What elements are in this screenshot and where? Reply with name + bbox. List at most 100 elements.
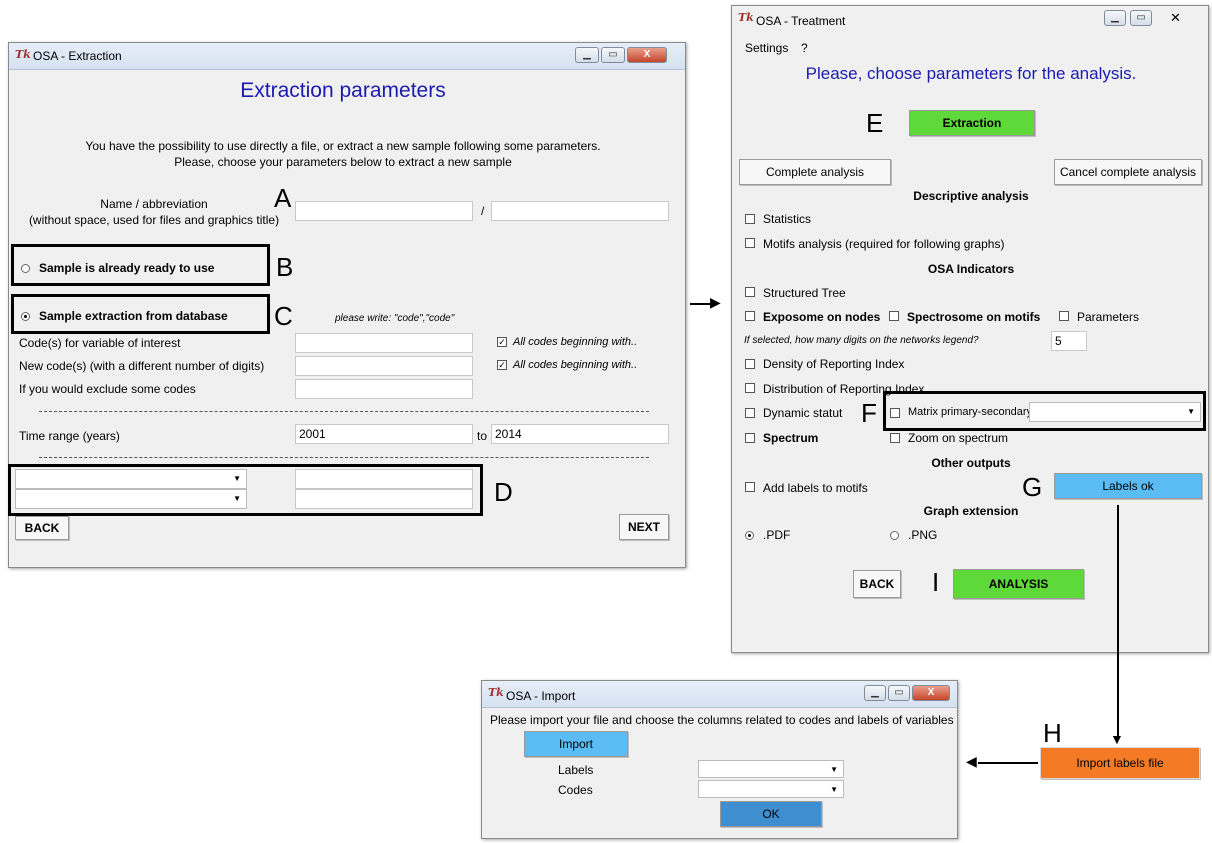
motifs-label: Motifs analysis (required for following … [763, 237, 1005, 251]
maximize-button[interactable]: ▭ [601, 47, 625, 63]
density-label: Density of Reporting Index [763, 357, 905, 371]
intro-line-1: You have the possibility to use directly… [85, 139, 601, 153]
highlight-c [11, 294, 270, 334]
maximize-button[interactable]: ▭ [1130, 10, 1152, 26]
extraction-button[interactable]: Extraction [909, 110, 1035, 136]
year-from-field[interactable]: 2001 [295, 424, 473, 444]
code-hint: please write: "code","code" [335, 313, 455, 324]
chevron-down-icon: ▼ [830, 765, 838, 774]
add-labels-checkbox[interactable] [745, 482, 755, 492]
menu-help[interactable]: ? [801, 41, 808, 55]
marker-h: H [1043, 718, 1062, 748]
treatment-titlebar: Tk OSA - Treatment ▁ ▭ ✕ [732, 6, 1208, 32]
codes-select[interactable]: ▼ [698, 780, 844, 798]
maximize-button[interactable]: ▭ [888, 685, 910, 701]
name-sublabel: (without space, used for files and graph… [28, 213, 280, 227]
density-checkbox[interactable] [745, 359, 755, 369]
distribution-checkbox[interactable] [745, 383, 755, 393]
new-codes-field[interactable] [295, 356, 473, 376]
digits-question: If selected, how many digits on the netw… [744, 335, 979, 346]
year-to-field[interactable]: 2014 [491, 424, 669, 444]
complete-analysis-button[interactable]: Complete analysis [739, 159, 891, 185]
divider [39, 411, 649, 412]
structured-tree-label: Structured Tree [763, 286, 846, 300]
marker-g: G [1022, 472, 1043, 502]
arrow-head-left: ◀ [966, 753, 977, 769]
minimize-button[interactable]: ▁ [1104, 10, 1126, 26]
import-instruction: Please import your file and choose the c… [490, 713, 954, 727]
back-button[interactable]: BACK [853, 570, 901, 598]
exclude-field[interactable] [295, 379, 473, 399]
window-title: OSA - Treatment [756, 14, 846, 28]
code-interest-label: Code(s) for variable of interest [19, 336, 181, 350]
labels-ok-button[interactable]: Labels ok [1054, 473, 1202, 499]
import-labels-file-button[interactable]: Import labels file [1040, 747, 1200, 779]
parameters-checkbox[interactable] [1059, 311, 1069, 321]
descriptive-heading: Descriptive analysis [913, 189, 1029, 203]
highlight-d [8, 464, 483, 516]
exposome-label: Exposome on nodes [763, 310, 881, 324]
png-radio[interactable] [890, 531, 899, 540]
structured-tree-checkbox[interactable] [745, 287, 755, 297]
cancel-complete-button[interactable]: Cancel complete analysis [1054, 159, 1202, 185]
chevron-down-icon: ▼ [830, 785, 838, 794]
close-button[interactable]: X [912, 685, 950, 701]
codes-label: Codes [558, 783, 593, 797]
import-window: Tk OSA - Import ▁ ▭ X Please import your… [481, 680, 958, 839]
spectrosome-label: Spectrosome on motifs [907, 310, 1041, 324]
marker-i: I [932, 567, 940, 597]
app-icon: Tk [488, 686, 504, 699]
window-title: OSA - Import [506, 689, 576, 703]
zoom-checkbox[interactable] [890, 433, 900, 443]
code-interest-field[interactable] [295, 333, 473, 353]
close-icon[interactable]: ✕ [1170, 10, 1181, 26]
all-codes-checkbox-1[interactable]: ✓ [497, 337, 507, 347]
back-button[interactable]: BACK [15, 516, 69, 540]
labels-label: Labels [558, 763, 594, 777]
parameters-label: Parameters [1077, 310, 1140, 324]
marker-f: F [861, 398, 877, 428]
labels-select[interactable]: ▼ [698, 760, 844, 778]
all-codes-label-1: All codes beginning with.. [513, 336, 638, 348]
window-title: OSA - Extraction [33, 49, 122, 63]
minimize-button[interactable]: ▁ [864, 685, 886, 701]
name-label: Name / abbreviation [100, 197, 208, 211]
name-field[interactable] [295, 201, 473, 221]
analysis-button[interactable]: ANALYSIS [953, 569, 1084, 599]
digits-field[interactable]: 5 [1051, 331, 1087, 351]
import-button[interactable]: Import [524, 731, 628, 757]
add-labels-label: Add labels to motifs [763, 481, 868, 495]
marker-a: A [274, 183, 292, 213]
close-button[interactable]: X [627, 47, 667, 63]
abbreviation-field[interactable] [491, 201, 669, 221]
arrow-labels-to-import [1117, 505, 1119, 737]
ok-button[interactable]: OK [720, 801, 822, 827]
spectrum-label: Spectrum [763, 431, 819, 445]
app-icon: Tk [738, 11, 754, 24]
arrow-to-import [978, 762, 1038, 764]
intro-line-2: Please, choose your parameters below to … [174, 155, 512, 169]
zoom-label: Zoom on spectrum [908, 431, 1009, 445]
motifs-checkbox[interactable] [745, 238, 755, 248]
statistics-checkbox[interactable] [745, 214, 755, 224]
spectrum-checkbox[interactable] [745, 433, 755, 443]
page-title: Extraction parameters [240, 79, 446, 102]
app-icon: Tk [15, 48, 31, 61]
exposome-checkbox[interactable] [745, 311, 755, 321]
other-outputs-heading: Other outputs [931, 456, 1011, 470]
next-button[interactable]: NEXT [619, 514, 669, 540]
statistics-label: Statistics [763, 212, 812, 226]
spectrosome-checkbox[interactable] [889, 311, 899, 321]
dynamic-checkbox[interactable] [745, 408, 755, 418]
pdf-radio[interactable] [745, 531, 754, 540]
dynamic-label: Dynamic statut [763, 406, 843, 420]
menu-settings[interactable]: Settings [745, 41, 788, 55]
minimize-button[interactable]: ▁ [575, 47, 599, 63]
slash-separator: / [481, 204, 485, 218]
treatment-window: Tk OSA - Treatment ▁ ▭ ✕ Settings ? Plea… [731, 5, 1209, 653]
all-codes-checkbox-2[interactable]: ✓ [497, 360, 507, 370]
new-codes-label: New code(s) (with a different number of … [19, 359, 265, 373]
arrow-head-down: ▼ [1110, 731, 1124, 747]
highlight-f [883, 391, 1206, 431]
marker-d: D [494, 477, 513, 507]
